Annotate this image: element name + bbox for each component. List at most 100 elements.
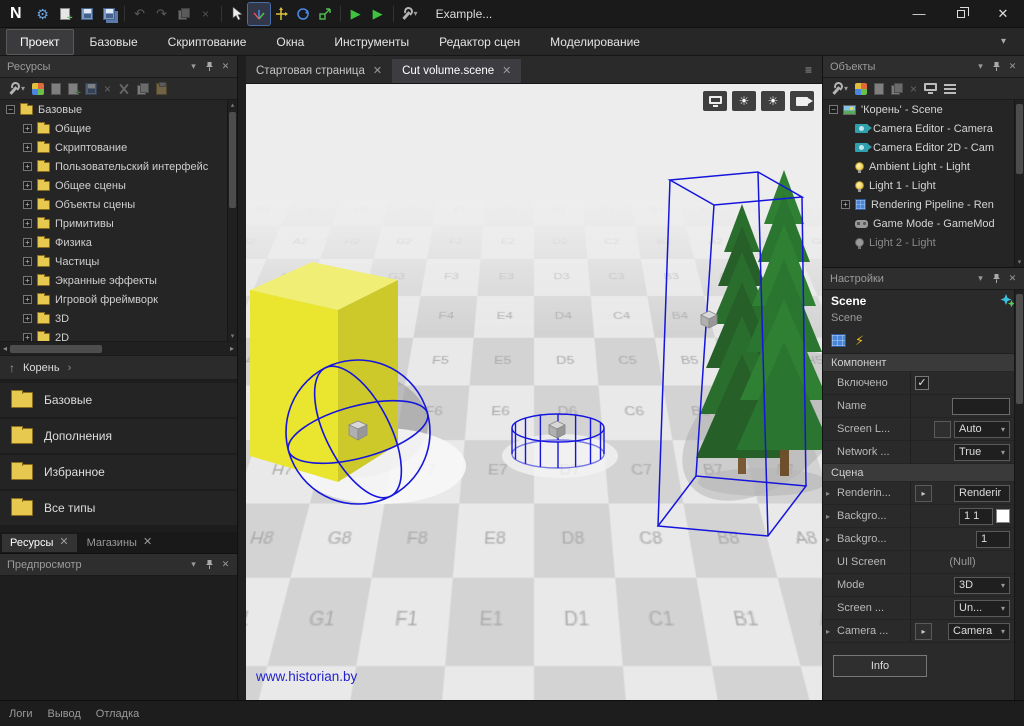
breadcrumb[interactable]: ↑ Корень › [0, 356, 237, 380]
document-tab[interactable]: Cut volume.scene ✕ [392, 59, 521, 83]
paste-icon[interactable] [156, 83, 167, 95]
save-all-icon[interactable] [98, 3, 120, 25]
tree-item[interactable]: + Примитивы [0, 214, 237, 233]
ribbon-collapse-icon[interactable]: ▾ [1001, 36, 1006, 47]
info-button[interactable]: Info [833, 655, 927, 677]
close-icon[interactable]: ✕ [1005, 273, 1020, 284]
screen-icon[interactable] [703, 91, 727, 111]
video-camera-icon[interactable] [790, 91, 814, 111]
pin-icon[interactable] [989, 273, 1004, 284]
wrench-tool-icon[interactable]: ▾ [830, 82, 848, 95]
tree-item[interactable]: + Игровой фреймворк [0, 290, 237, 309]
folder-list-item[interactable]: Избранное [0, 455, 237, 489]
expand-icon[interactable]: + [23, 295, 32, 304]
cursor-icon[interactable] [226, 3, 248, 25]
collapse-icon[interactable]: − [829, 105, 838, 114]
dock-tab[interactable]: Магазины ✕ [79, 534, 161, 552]
menu-tab[interactable]: Скриптование [154, 29, 261, 55]
close-icon[interactable]: ✕ [218, 61, 233, 72]
wrench-tool-icon[interactable]: ▾ [7, 82, 25, 95]
tree-item[interactable]: + 2D [0, 328, 237, 342]
background-color2-field[interactable]: 1 [976, 531, 1010, 548]
viewport-3d[interactable]: H1G1F1E1D1C1B1A1H1G1F1E1D1C1B1A1H1G1F1E1… [246, 84, 822, 700]
gear-icon[interactable]: ⚙ [32, 3, 54, 25]
camera-dropdown[interactable]: Camera▾ [948, 623, 1010, 640]
scroll-down-icon[interactable]: ▾ [1015, 258, 1024, 266]
folder-list-item[interactable]: Базовые [0, 383, 237, 417]
editor-icon[interactable] [924, 83, 937, 94]
mode-dropdown[interactable]: 3D▾ [954, 577, 1010, 594]
scroll-left-icon[interactable]: ◂ [3, 344, 7, 353]
expand-icon[interactable]: + [23, 219, 32, 228]
expand-icon[interactable]: + [23, 238, 32, 247]
tree-item[interactable]: + 3D [0, 309, 237, 328]
document-tab[interactable]: Стартовая страница ✕ [246, 59, 392, 83]
up-arrow-icon[interactable]: ↑ [9, 361, 15, 375]
tree-item[interactable]: + Объекты сцены [0, 195, 237, 214]
scrollbar-thumb[interactable] [229, 112, 236, 208]
pin-icon[interactable] [202, 559, 217, 570]
menu-tab[interactable]: Моделирование [536, 29, 654, 55]
run-icon[interactable]: ▶ [367, 3, 389, 25]
tree-item[interactable]: + Пользовательский интерфейс [0, 157, 237, 176]
tab-list-icon[interactable]: ≡ [805, 63, 812, 77]
panel-menu-icon[interactable]: ▾ [973, 61, 988, 72]
expand-icon[interactable]: + [841, 200, 850, 209]
copy-icon[interactable] [173, 3, 195, 25]
close-button[interactable]: ✕ [982, 0, 1024, 28]
select-tool-icon[interactable] [248, 3, 270, 25]
color-swatch[interactable] [996, 509, 1010, 523]
delete-resource-icon[interactable]: × [104, 83, 111, 95]
redo-icon[interactable]: ↷ [151, 3, 173, 25]
reference-button[interactable]: ▸ [915, 623, 932, 640]
sun-icon[interactable]: ☀ [761, 91, 785, 111]
ui-screen-value[interactable]: (Null) [949, 556, 975, 568]
menu-tab[interactable]: Редактор сцен [425, 29, 534, 55]
statusbar-tab[interactable]: Отладка [96, 708, 139, 720]
categories-icon[interactable] [32, 83, 44, 95]
expand-icon[interactable]: + [23, 124, 32, 133]
objects-scrollbar[interactable]: ▾ [1014, 100, 1024, 267]
tree-item[interactable]: + Общие [0, 119, 237, 138]
menu-tab[interactable]: Инструменты [320, 29, 423, 55]
sun-icon[interactable]: ☀ [732, 91, 756, 111]
list-view-icon[interactable] [944, 84, 956, 94]
rotate-tool-icon[interactable] [292, 3, 314, 25]
tree-item-root[interactable]: − Базовые [0, 100, 237, 119]
expand-icon[interactable]: + [23, 314, 32, 323]
new-object-icon[interactable] [874, 83, 884, 95]
tree-item[interactable]: + Физика [0, 233, 237, 252]
close-icon[interactable]: ✕ [218, 559, 233, 570]
expand-icon[interactable]: + [23, 257, 32, 266]
tree-item[interactable]: + Экранные эффекты [0, 271, 237, 290]
background-color-field[interactable]: 1 1 [959, 508, 993, 525]
folder-list-item[interactable]: Дополнения [0, 419, 237, 453]
dock-tab[interactable]: Ресурсы ✕ [2, 534, 77, 552]
folder-list-item[interactable]: Все типы [0, 491, 237, 525]
close-tab-icon[interactable]: ✕ [59, 537, 68, 548]
property-button[interactable] [934, 421, 951, 438]
new-doc-plus-icon[interactable] [68, 83, 78, 95]
new-file-icon[interactable] [54, 3, 76, 25]
tree-item[interactable]: + Light 1 - Light [823, 176, 1024, 195]
new-doc-icon[interactable] [51, 83, 61, 95]
tree-item[interactable]: + Частицы [0, 252, 237, 271]
reference-button[interactable]: ▸ [915, 485, 932, 502]
screen-label-dropdown[interactable]: Auto▾ [954, 421, 1010, 438]
expand-icon[interactable]: + [23, 181, 32, 190]
scrollbar-thumb[interactable] [10, 345, 102, 353]
collapse-icon[interactable]: − [6, 105, 15, 114]
expand-icon[interactable]: + [23, 162, 32, 171]
maximize-button[interactable] [940, 0, 982, 28]
menu-tab[interactable]: Окна [262, 29, 318, 55]
menu-tab[interactable]: Проект [6, 29, 74, 55]
scale-tool-icon[interactable] [314, 3, 336, 25]
expand-icon[interactable]: + [23, 333, 32, 342]
tools-icon[interactable]: ▾ [398, 3, 420, 25]
tree-item[interactable]: + Game Mode - GameMod [823, 214, 1024, 233]
close-tab-icon[interactable]: ✕ [373, 66, 382, 77]
delete-object-icon[interactable]: × [910, 83, 917, 95]
scrollbar-thumb[interactable] [1016, 294, 1023, 404]
minimize-button[interactable]: — [898, 0, 940, 28]
tree-item[interactable]: + Rendering Pipeline - Ren [823, 195, 1024, 214]
